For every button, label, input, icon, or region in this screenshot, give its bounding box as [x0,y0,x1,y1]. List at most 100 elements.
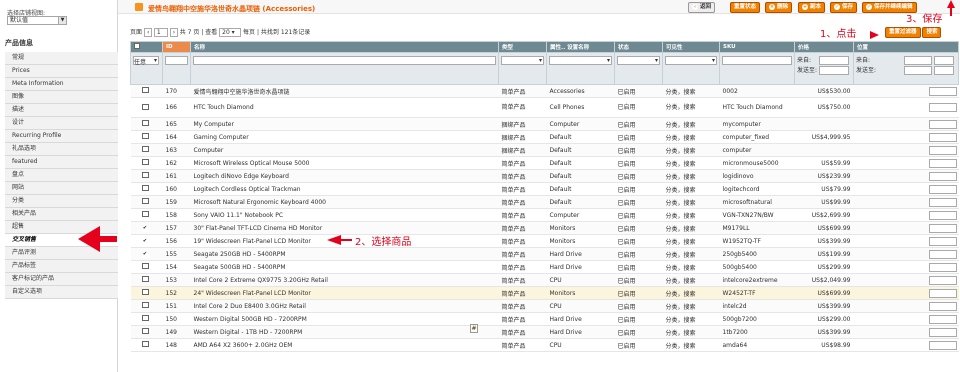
position-input[interactable] [928,288,957,298]
duplicate-button[interactable]: + 副本 [798,2,826,13]
position-input[interactable] [928,210,957,220]
position-input[interactable] [928,171,957,181]
row-checkbox[interactable] [141,146,149,152]
sidebar-item[interactable]: 常规 [5,52,118,65]
position-input[interactable] [928,132,957,142]
row-checkbox[interactable]: ✔ [141,252,149,258]
filter-set-select[interactable] [549,56,612,65]
table-row[interactable]: 162 Microsoft Wireless Optical Mouse 5000… [130,156,959,170]
table-row[interactable]: ✔ 157 30" Flat-Panel TFT-LCD Cinema HD Mon… [130,221,959,235]
row-checkbox[interactable] [141,315,149,321]
row-checkbox[interactable] [141,289,149,295]
filter-id-input[interactable] [165,56,188,65]
filter-visibility-select[interactable] [665,56,717,65]
table-row[interactable]: 158 Sony VAIO 11.1" Notebook PC 简单产品 Comput… [130,208,959,222]
sidebar-item[interactable]: featured [5,156,118,169]
table-row[interactable]: 152 24" Widescreen Flat-Panel LCD Monitor… [130,286,959,300]
position-input[interactable] [928,103,957,112]
page-input[interactable]: 1 [153,28,168,37]
select-all-checkbox[interactable] [134,43,140,49]
position-input[interactable] [928,223,957,233]
row-checkbox[interactable]: ✔ [141,226,149,232]
sidebar-item[interactable]: Recurring Profile [5,130,118,143]
row-checkbox[interactable] [141,120,149,126]
column-header[interactable]: 价格 [794,41,854,53]
sidebar-item[interactable]: 相关产品 [5,208,118,221]
save-button[interactable]: ✓ 保存 [830,2,858,13]
sidebar-item[interactable]: 产品标签 [5,260,118,273]
reset-button[interactable]: 重置状态 [730,2,761,13]
column-header[interactable]: 类型 [498,41,547,53]
delete-button[interactable]: × 删除 [765,2,793,13]
sidebar-item[interactable]: 图像 [5,91,118,104]
filter-name-input[interactable] [193,56,496,65]
row-checkbox[interactable] [141,185,149,191]
table-row[interactable]: 150 Western Digital 500GB HD - 7200RPM 简单产… [130,312,959,326]
filter-sku-input[interactable] [722,56,792,65]
back-button[interactable]: ‹ 返回 [688,2,716,13]
column-header[interactable]: 属性.. 设置名称 [546,41,615,53]
row-checkbox[interactable] [141,159,149,165]
column-header[interactable]: 名称 [190,41,499,53]
table-row[interactable]: ✔ 155 Seagate 250GB HD - 5400RPM 简单产品 Hard D… [130,247,959,261]
position-input[interactable] [928,327,957,337]
position-extra-input[interactable] [904,56,932,65]
table-row[interactable]: 170 爱情鸟翱翔中空施华洛世奇水晶项链 简单产品 Accessories 已启用 分类，… [130,84,959,98]
sidebar-item[interactable]: 分类 [5,195,118,208]
sidebar-item[interactable]: 礼品选项 [5,143,118,156]
column-header[interactable]: 状态 [614,41,663,53]
filter-status-select[interactable] [617,56,660,65]
table-row[interactable]: 166 HTC Touch Diamond 简单产品 Cell Phones 已启用 分类… [130,97,959,118]
table-row[interactable]: 153 Intel Core 2 Extreme QX9775 3.20GHz R… [130,273,959,287]
position-input[interactable] [928,236,957,246]
position-input[interactable] [928,275,957,285]
sidebar-item[interactable]: 描述 [5,104,118,117]
store-view-select[interactable]: 默认值 ▼ [7,16,67,25]
row-checkbox[interactable] [141,103,149,110]
row-checkbox[interactable] [141,211,149,217]
sidebar-item[interactable]: 盘点 [5,169,118,182]
sidebar-item[interactable]: 客户标记的产品 [5,273,118,286]
filter-any-select[interactable]: 任意 [133,56,159,66]
position-from-input[interactable] [934,56,954,65]
position-input[interactable] [928,197,957,207]
next-page-button[interactable]: › [169,28,178,37]
row-checkbox[interactable] [141,302,149,308]
position-input[interactable] [928,158,957,168]
row-checkbox[interactable] [141,276,149,282]
row-checkbox[interactable] [141,341,149,347]
position-input[interactable] [928,86,957,96]
table-row[interactable]: 165 My Computer 捆绑产品 Computer 已启用 分类，搜索 mycomp… [130,117,959,131]
column-header[interactable]: ID [162,41,191,53]
price-from-input[interactable] [819,56,849,65]
sidebar-item[interactable]: Prices [5,65,118,78]
column-header[interactable]: 位置 [853,41,959,53]
position-extra-input-2[interactable] [904,66,932,75]
filter-type-select[interactable] [501,56,544,65]
position-input[interactable] [928,262,957,272]
position-input[interactable] [928,119,957,129]
table-row[interactable]: 154 Seagate 500GB HD - 5400RPM 简单产品 Hard Dr… [130,260,959,274]
table-row[interactable]: 151 Intel Core 2 Duo E8400 3.0GHz Retail 简… [130,299,959,313]
position-input[interactable] [928,301,957,311]
sidebar-item[interactable]: 超售 [5,221,118,234]
table-row[interactable]: ✔ 156 19" Widescreen Flat-Panel LCD Monito… [130,234,959,248]
column-header[interactable]: 可见性 [662,41,720,53]
table-row[interactable]: 149 Western Digital - 1TB HD - 7200RPM 简单产… [130,325,959,339]
position-input[interactable] [928,314,957,324]
table-row[interactable]: 159 Microsoft Natural Ergonomic Keyboard … [130,195,959,209]
sidebar-item[interactable]: Meta Information [5,78,118,91]
column-header[interactable]: SKU [719,41,795,53]
search-button[interactable]: 搜索 [922,27,942,38]
row-checkbox[interactable]: ✔ [141,239,149,245]
position-input[interactable] [928,184,957,194]
prev-page-button[interactable]: ‹ [143,28,152,37]
table-row[interactable]: 148 AMD A64 X2 3600+ 2.0GHz OEM 简单产品 CPU 已启用… [130,338,959,352]
price-to-input[interactable] [819,66,849,75]
row-checkbox[interactable] [141,328,149,334]
row-checkbox[interactable] [141,263,149,269]
row-checkbox[interactable] [141,172,149,178]
per-page-select[interactable]: 20 ▾ [219,28,242,37]
column-header[interactable] [130,41,163,53]
table-row[interactable]: 161 Logitech diNovo Edge Keyboard 简单产品 Defa… [130,169,959,183]
